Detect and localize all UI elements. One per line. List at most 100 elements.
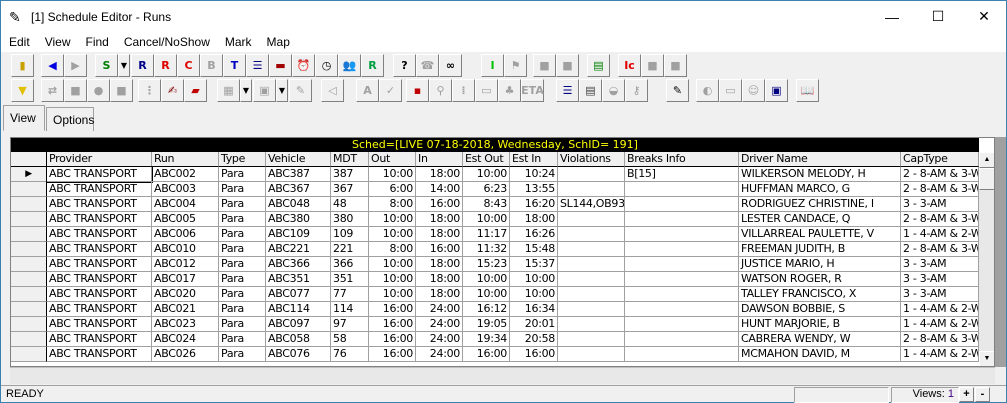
table-row[interactable]: ABC TRANSPORT ABC005 Para ABC380 380 10:00 18:… (11, 212, 979, 227)
r-button[interactable]: R (131, 54, 154, 77)
help-button[interactable]: ? (393, 54, 416, 77)
column-header[interactable]: Run (152, 152, 219, 167)
cell[interactable]: 16:00 (369, 332, 416, 347)
alarm-clock-button[interactable]: ⏰ (292, 54, 315, 77)
dropdown-button[interactable]: ▼ (118, 54, 130, 77)
cell[interactable]: 10:00 (369, 227, 416, 242)
gray-2-button[interactable]: ■ (110, 79, 133, 102)
cell[interactable] (625, 317, 739, 332)
cell[interactable]: FREEMAN JUDITH, B (739, 242, 901, 257)
cell[interactable]: VILLARREAL PAULETTE, V (739, 227, 901, 242)
table-row[interactable]: ABC TRANSPORT ABC021 Para ABC114 114 16:00 24:… (11, 302, 979, 317)
scroll-thumb[interactable] (979, 168, 994, 190)
cell[interactable]: 16:00 (369, 302, 416, 317)
flag-button[interactable]: ⚑ (504, 54, 527, 77)
cell[interactable]: 15:37 (510, 257, 558, 272)
printer-red-button[interactable]: ▰ (184, 79, 207, 102)
cell[interactable]: ABC TRANSPORT (47, 347, 152, 362)
cell[interactable]: ABC TRANSPORT (47, 317, 152, 332)
cell[interactable]: 18:00 (416, 227, 463, 242)
cell[interactable]: ABC366 (266, 257, 331, 272)
cell[interactable] (558, 302, 625, 317)
cell[interactable]: 14:00 (416, 182, 463, 197)
cell[interactable]: CABRERA WENDY, W (739, 332, 901, 347)
cell[interactable]: 16:00 (416, 242, 463, 257)
cell[interactable]: ABC TRANSPORT (47, 302, 152, 317)
cell[interactable]: 20:01 (510, 317, 558, 332)
cell[interactable]: 24:00 (416, 332, 463, 347)
cell[interactable]: 16:00 (463, 347, 510, 362)
green-r-button[interactable]: R (361, 54, 384, 77)
row-selector[interactable] (11, 317, 47, 332)
tree-button[interactable]: ♣ (498, 79, 521, 102)
tab-view[interactable]: View (3, 105, 45, 131)
menu-view[interactable]: View (37, 35, 78, 49)
cell[interactable]: 3 - 3-AM (901, 272, 979, 287)
cell[interactable]: Para (219, 332, 266, 347)
cell[interactable]: RODRIGUEZ CHRISTINE, I (739, 197, 901, 212)
cell[interactable]: ABC367 (266, 182, 331, 197)
cell[interactable]: ABC017 (152, 272, 219, 287)
cell[interactable]: ABC TRANSPORT (47, 197, 152, 212)
person-button[interactable]: ● (87, 79, 110, 102)
phone-button[interactable]: ☎ (416, 54, 439, 77)
gray-2-button[interactable]: ■ (664, 54, 687, 77)
cell[interactable]: ABC114 (266, 302, 331, 317)
gray-button[interactable]: ■ (641, 54, 664, 77)
cell[interactable] (558, 287, 625, 302)
i-button[interactable]: I (481, 54, 504, 77)
cell[interactable]: 8:00 (369, 197, 416, 212)
cell[interactable]: ABC006 (152, 227, 219, 242)
cell[interactable] (625, 212, 739, 227)
gray-button[interactable]: ■ (64, 79, 87, 102)
row-selector[interactable] (11, 242, 47, 257)
menu-cancel-noshow[interactable]: Cancel/NoShow (116, 35, 217, 49)
table-row[interactable]: ABC TRANSPORT ABC006 Para ABC109 109 10:00 18:… (11, 227, 979, 242)
cell[interactable]: 58 (331, 332, 369, 347)
column-header[interactable]: Breaks Info (625, 152, 739, 167)
cell[interactable]: 2 - 8-AM & 3-WI (901, 332, 979, 347)
dropdown-button[interactable]: ▼ (240, 79, 252, 102)
cell[interactable]: ABC010 (152, 242, 219, 257)
swap-button[interactable]: ⇄ (41, 79, 64, 102)
cell[interactable]: ABC TRANSPORT (47, 287, 152, 302)
cell[interactable]: Para (219, 212, 266, 227)
cell[interactable]: ABC TRANSPORT (47, 227, 152, 242)
cell[interactable]: ABC020 (152, 287, 219, 302)
cell[interactable]: 2 - 8-AM & 3-WI (901, 212, 979, 227)
cell[interactable]: ABC005 (152, 212, 219, 227)
cell[interactable]: 16:12 (463, 302, 510, 317)
cell[interactable]: SL144,OB93, (558, 197, 625, 212)
printer-button[interactable]: ▤ (579, 79, 602, 102)
vertical-scrollbar[interactable]: ▲ ▼ (979, 152, 994, 366)
cell[interactable] (558, 347, 625, 362)
cell[interactable]: HUNT MARJORIE, B (739, 317, 901, 332)
scroll-down-icon[interactable]: ▼ (979, 351, 994, 366)
close-button[interactable]: ✕ (961, 1, 1007, 32)
cell[interactable]: WATSON ROGER, R (739, 272, 901, 287)
cell[interactable]: 15:48 (510, 242, 558, 257)
panel-button[interactable]: ▭ (475, 79, 498, 102)
row-selector[interactable] (11, 347, 47, 362)
eta-button[interactable]: ETA (521, 79, 544, 102)
cell[interactable]: 19:05 (463, 317, 510, 332)
minimize-button[interactable]: — (869, 1, 915, 32)
checklist-button[interactable]: ☰ (556, 79, 579, 102)
cell[interactable] (625, 287, 739, 302)
menu-find[interactable]: Find (77, 35, 115, 49)
check-button[interactable]: ✓ (379, 79, 402, 102)
cell[interactable] (625, 302, 739, 317)
cell[interactable]: TALLEY FRANCISCO, X (739, 287, 901, 302)
cell[interactable]: 16:00 (510, 347, 558, 362)
table-row[interactable]: ▶ ABC TRANSPORT ABC002 Para ABC387 387 10:00 18… (11, 166, 979, 183)
table-row[interactable]: ABC TRANSPORT ABC020 Para ABC077 77 10:00 18:0… (11, 287, 979, 302)
cell[interactable]: ABC004 (152, 197, 219, 212)
cell[interactable]: ABC TRANSPORT (47, 182, 152, 197)
cell[interactable] (625, 332, 739, 347)
cell[interactable]: ABC003 (152, 182, 219, 197)
cell[interactable]: 10:00 (369, 212, 416, 227)
cell[interactable]: HUFFMAN MARCO, G (739, 182, 901, 197)
cell[interactable]: 8:43 (463, 197, 510, 212)
cell[interactable] (558, 257, 625, 272)
cell[interactable]: 6:23 (463, 182, 510, 197)
